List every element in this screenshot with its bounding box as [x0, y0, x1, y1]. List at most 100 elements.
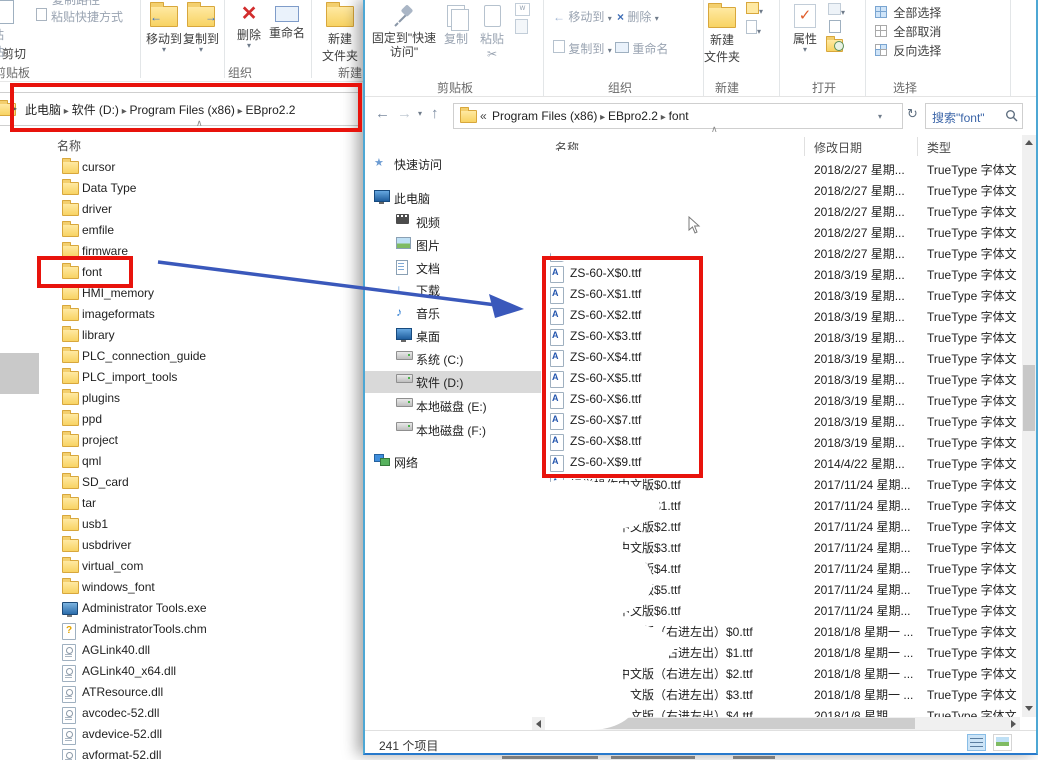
folder-row[interactable]: usbdriver	[0, 535, 360, 556]
folder-row[interactable]: project	[0, 430, 360, 451]
recent-locations-button[interactable]: ▾	[418, 111, 422, 117]
column-header-date[interactable]: 修改日期	[814, 139, 862, 156]
cut-icon[interactable]: ✂	[475, 47, 509, 61]
breadcrumb-item[interactable]: EBpro2.2	[608, 109, 658, 123]
file-date: 2018/2/27 星期...	[814, 182, 905, 199]
item-label: library	[82, 328, 115, 342]
pin-label: 固定到"快速访问"	[371, 31, 437, 59]
folder-row[interactable]: imageformats	[0, 304, 360, 325]
folder-row[interactable]: SD_card	[0, 472, 360, 493]
scroll-thumb[interactable]	[1023, 365, 1035, 431]
file-row[interactable]: AGLink40_x64.dll	[0, 661, 360, 682]
scroll-left-arrow[interactable]	[536, 720, 541, 728]
sidebar-item-[interactable]: 图片	[365, 234, 541, 256]
header-divider[interactable]	[804, 137, 805, 156]
folder-row[interactable]: driver	[0, 199, 360, 220]
sidebar-item-f[interactable]: 本地磁盘 (F:)	[365, 419, 541, 441]
folder-row[interactable]: PLC_import_tools	[0, 367, 360, 388]
sidebar-item-[interactable]: ♪音乐	[365, 302, 541, 324]
new-item-button[interactable]: ▾	[746, 2, 763, 17]
file-row[interactable]: AGLink40.dll	[0, 640, 360, 661]
delete-button[interactable]: × 删除 ▾	[232, 0, 266, 49]
folder-row[interactable]: windows_font	[0, 577, 360, 598]
folder-row[interactable]: cursor	[0, 157, 360, 178]
sidebar-item-[interactable]: 桌面	[365, 325, 541, 347]
delete-button[interactable]: × 删除 ▾	[617, 8, 659, 25]
history-button[interactable]	[826, 39, 843, 55]
address-dropdown[interactable]: ▾	[878, 114, 882, 120]
sidebar-item-c[interactable]: 系统 (C:)	[365, 348, 541, 370]
scroll-right-arrow[interactable]	[1011, 720, 1016, 728]
file-row[interactable]: avformat-52.dll	[0, 745, 360, 760]
left-column-header-name[interactable]: 名称	[57, 137, 81, 154]
breadcrumb-item[interactable]: font	[669, 109, 689, 123]
sidebar-item-e[interactable]: 本地磁盘 (E:)	[365, 395, 541, 417]
select-none-button[interactable]: 全部取消	[875, 23, 941, 40]
select-all-button[interactable]: 全部选择	[875, 4, 941, 21]
item-label: PLC_connection_guide	[82, 349, 206, 363]
scroll-down-arrow[interactable]	[1025, 706, 1033, 711]
folder-row[interactable]: usb1	[0, 514, 360, 535]
folder-row[interactable]: library	[0, 325, 360, 346]
paste-button[interactable]: 粘贴 ✂	[475, 0, 509, 61]
breadcrumb-item[interactable]: Program Files (x86)	[492, 109, 597, 123]
cut-button[interactable]: 剪切	[2, 45, 26, 62]
search-icon[interactable]	[1005, 109, 1018, 122]
sidebar-item-[interactable]: 视频	[365, 211, 541, 233]
scroll-up-arrow[interactable]	[1025, 140, 1033, 145]
file-row[interactable]: avdevice-52.dll	[0, 724, 360, 745]
folder-row[interactable]: qml	[0, 451, 360, 472]
sidebar-item-[interactable]: ↓下载	[365, 279, 541, 301]
pin-quick-access-button[interactable]: 固定到"快速访问"	[371, 0, 437, 59]
copy-path-small-button[interactable]: W	[515, 3, 530, 16]
sidebar-item-[interactable]: ★快速访问	[365, 153, 541, 175]
copy-button[interactable]: 复制	[439, 0, 473, 47]
rename-button[interactable]: 重命名	[267, 0, 307, 41]
refresh-button[interactable]: ↻	[907, 106, 918, 122]
back-button[interactable]: ←	[375, 105, 390, 122]
copy-to-button[interactable]: 复制到 ▾	[553, 40, 612, 57]
sidebar-item-[interactable]: 此电脑	[365, 187, 541, 209]
vertical-scrollbar[interactable]	[1022, 135, 1036, 717]
new-folder-label: 新建	[697, 31, 747, 48]
file-row[interactable]: Administrator Tools.exe	[0, 598, 360, 619]
search-input[interactable]: 搜索"font"	[932, 109, 985, 126]
header-divider[interactable]	[917, 137, 918, 156]
sidebar-item-[interactable]: 网络	[365, 451, 541, 473]
thumbnails-view-button[interactable]	[993, 734, 1012, 751]
easy-access-button[interactable]: ▾	[746, 20, 761, 37]
sidebar-item-d[interactable]: 软件 (D:)	[365, 371, 541, 393]
folder-row[interactable]: ppd	[0, 409, 360, 430]
file-row[interactable]: avcodec-52.dll	[0, 703, 360, 724]
sort-caret[interactable]: ∧	[711, 124, 718, 135]
folder-row[interactable]: virtual_com	[0, 556, 360, 577]
folder-row[interactable]: plugins	[0, 388, 360, 409]
edit-button[interactable]	[829, 20, 841, 36]
item-label: usbdriver	[82, 538, 131, 552]
open-button[interactable]: ▾	[828, 3, 845, 18]
column-header-type[interactable]: 类型	[927, 139, 951, 156]
new-folder-button[interactable]: 新建 文件夹	[697, 0, 747, 65]
properties-button[interactable]: ✓ 属性 ▾	[785, 0, 825, 53]
new-folder-button[interactable]: 新建 文件夹	[316, 0, 364, 64]
move-to-button[interactable]: ← 移动到 ▾	[146, 0, 182, 53]
address-box[interactable]: « Program Files (x86) ▸ EBpro2.2 ▸ font …	[453, 103, 903, 129]
rename-button[interactable]: 重命名	[615, 40, 668, 57]
folder-row[interactable]: PLC_connection_guide	[0, 346, 360, 367]
file-row[interactable]: AdministratorTools.chm	[0, 619, 360, 640]
folder-row[interactable]: emfile	[0, 220, 360, 241]
details-view-button[interactable]	[967, 734, 986, 751]
folder-row[interactable]: Data Type	[0, 178, 360, 199]
invert-selection-button[interactable]: 反向选择	[875, 42, 941, 59]
forward-button[interactable]: →	[397, 105, 412, 122]
folder-row[interactable]: tar	[0, 493, 360, 514]
copy-to-button[interactable]: → 复制到 ▾	[183, 0, 219, 53]
file-row[interactable]: ATResource.dll	[0, 682, 360, 703]
file-date: 2018/1/8 星期一 ...	[814, 665, 913, 682]
up-button[interactable]: ↑	[431, 105, 439, 122]
copy-path-button[interactable]: 复制路径	[52, 0, 100, 8]
search-box[interactable]: 搜索"font"	[925, 103, 1023, 129]
sidebar-item-[interactable]: 文档	[365, 257, 541, 279]
paste-shortcut-small-button[interactable]	[515, 19, 528, 34]
move-to-button[interactable]: ← 移动到 ▾	[553, 8, 612, 25]
